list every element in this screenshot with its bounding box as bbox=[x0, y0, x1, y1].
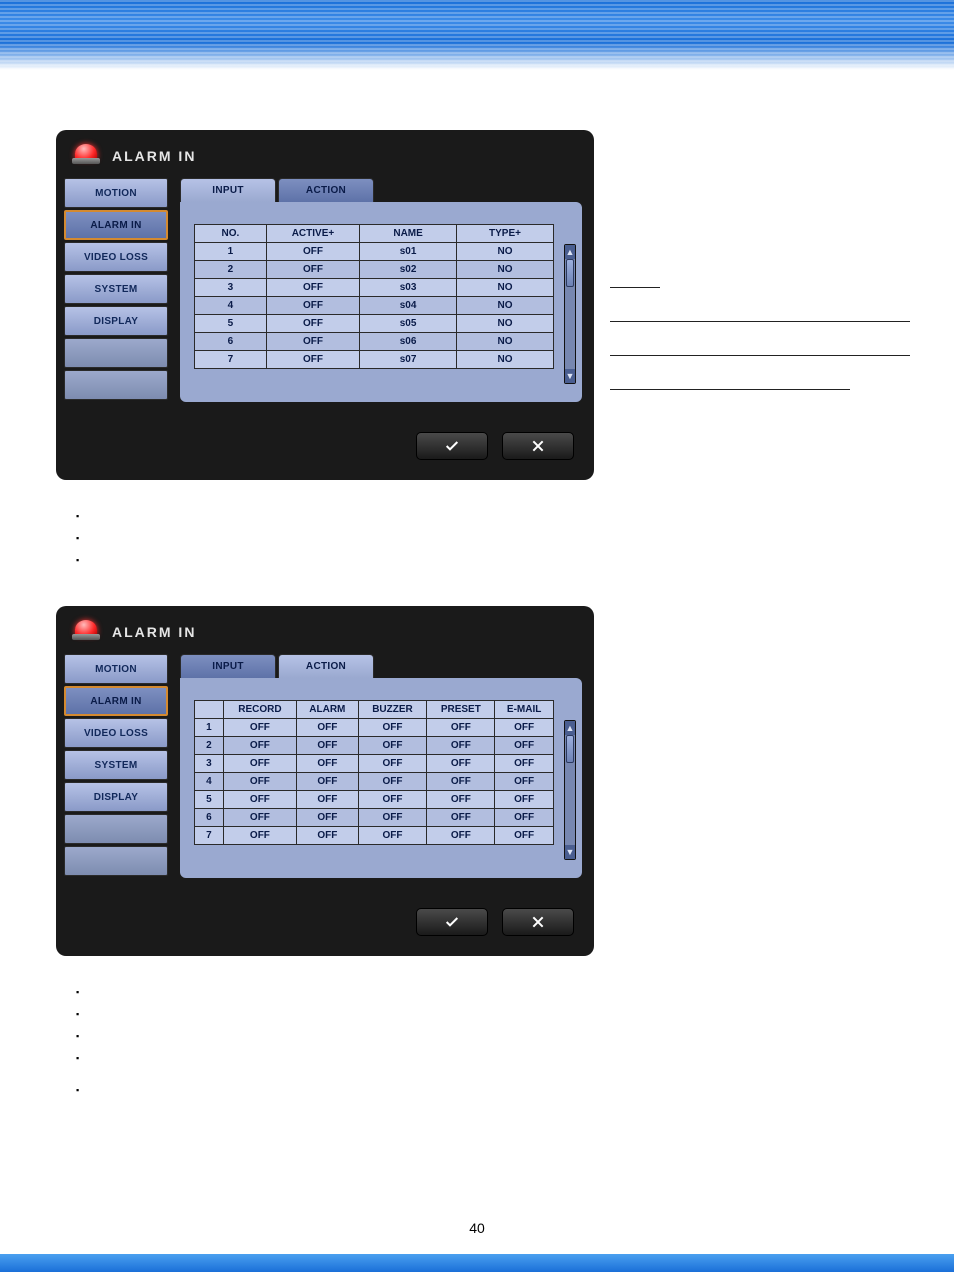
sidebar-item-video-loss[interactable]: VIDEO LOSS bbox=[64, 718, 168, 748]
table-scrollbar[interactable]: ▲ ▼ bbox=[564, 720, 576, 860]
col-record[interactable]: RECORD bbox=[223, 701, 296, 719]
cancel-button[interactable] bbox=[502, 908, 574, 936]
table-row: 5OFFOFFOFFOFFOFF bbox=[195, 791, 554, 809]
sidebar-item-video-loss[interactable]: VIDEO LOSS bbox=[64, 242, 168, 272]
table-row: 7OFFs07NO bbox=[195, 351, 554, 369]
check-icon bbox=[444, 438, 460, 454]
sidebar-item-system[interactable]: SYSTEM bbox=[64, 274, 168, 304]
ok-button[interactable] bbox=[416, 908, 488, 936]
sidebar-item-empty bbox=[64, 814, 168, 844]
scroll-up-icon[interactable]: ▲ bbox=[565, 721, 575, 735]
action-table: RECORD ALARM BUZZER PRESET E-MAIL 1OFFOF… bbox=[194, 700, 554, 845]
scroll-thumb[interactable] bbox=[566, 735, 574, 763]
ok-button[interactable] bbox=[416, 432, 488, 460]
table-row: 4OFFOFFOFFOFFOFF bbox=[195, 773, 554, 791]
list-item bbox=[76, 986, 898, 1008]
sidebar-item-empty bbox=[64, 846, 168, 876]
sidebar-item-alarm-in[interactable]: ALARM IN bbox=[64, 210, 168, 240]
table-scrollbar[interactable]: ▲ ▼ bbox=[564, 244, 576, 384]
table-row: 2OFFOFFOFFOFFOFF bbox=[195, 737, 554, 755]
header-band bbox=[0, 0, 954, 70]
sidebar-item-system[interactable]: SYSTEM bbox=[64, 750, 168, 780]
panel-title: ALARM IN bbox=[112, 624, 196, 640]
footer-band bbox=[0, 1254, 954, 1272]
scroll-thumb[interactable] bbox=[566, 259, 574, 287]
table-row: 3OFFOFFOFFOFFOFF bbox=[195, 755, 554, 773]
cancel-button[interactable] bbox=[502, 432, 574, 460]
bullet-list-2 bbox=[76, 986, 898, 1106]
table-row: 1OFFOFFOFFOFFOFF bbox=[195, 719, 554, 737]
scroll-down-icon[interactable]: ▼ bbox=[565, 369, 575, 383]
sidebar-item-display[interactable]: DISPLAY bbox=[64, 306, 168, 336]
close-icon bbox=[530, 438, 546, 454]
col-preset[interactable]: PRESET bbox=[427, 701, 495, 719]
table-row: 1OFFs01NO bbox=[195, 243, 554, 261]
col-active[interactable]: ACTIVE+ bbox=[266, 225, 359, 243]
table-row: 5OFFs05NO bbox=[195, 315, 554, 333]
col-num[interactable] bbox=[195, 701, 224, 719]
bullet-list-1 bbox=[76, 510, 898, 576]
list-item bbox=[76, 1052, 898, 1074]
table-row: 3OFFs03NO bbox=[195, 279, 554, 297]
alarm-light-icon bbox=[72, 142, 100, 170]
col-buzzer[interactable]: BUZZER bbox=[358, 701, 427, 719]
list-item bbox=[76, 510, 898, 532]
input-table: NO. ACTIVE+ NAME TYPE+ 1OFFs01NO 2OFFs02… bbox=[194, 224, 554, 369]
page-number: 40 bbox=[0, 1220, 954, 1236]
panel-title: ALARM IN bbox=[112, 148, 196, 164]
sidebar-item-alarm-in[interactable]: ALARM IN bbox=[64, 686, 168, 716]
col-name[interactable]: NAME bbox=[360, 225, 457, 243]
sidebar-item-motion[interactable]: MOTION bbox=[64, 654, 168, 684]
sidebar-item-display[interactable]: DISPLAY bbox=[64, 782, 168, 812]
alarm-light-icon bbox=[72, 618, 100, 646]
tab-action[interactable]: ACTION bbox=[278, 654, 374, 678]
table-row: 7OFFOFFOFFOFFOFF bbox=[195, 827, 554, 845]
alarm-in-panel-input: ALARM IN MOTION ALARM IN VIDEO LOSS SYST… bbox=[56, 130, 594, 480]
list-item bbox=[76, 1084, 898, 1106]
tab-action[interactable]: ACTION bbox=[278, 178, 374, 202]
scroll-up-icon[interactable]: ▲ bbox=[565, 245, 575, 259]
check-icon bbox=[444, 914, 460, 930]
list-item bbox=[76, 1008, 898, 1030]
sidebar-item-motion[interactable]: MOTION bbox=[64, 178, 168, 208]
table-row: 6OFFs06NO bbox=[195, 333, 554, 351]
scroll-down-icon[interactable]: ▼ bbox=[565, 845, 575, 859]
close-icon bbox=[530, 914, 546, 930]
list-item bbox=[76, 1030, 898, 1052]
col-email[interactable]: E-MAIL bbox=[495, 701, 554, 719]
table-row: 6OFFOFFOFFOFFOFF bbox=[195, 809, 554, 827]
col-alarm[interactable]: ALARM bbox=[297, 701, 358, 719]
tab-input[interactable]: INPUT bbox=[180, 178, 276, 202]
note-lines bbox=[610, 254, 930, 390]
alarm-in-panel-action: ALARM IN MOTION ALARM IN VIDEO LOSS SYST… bbox=[56, 606, 594, 956]
col-no[interactable]: NO. bbox=[195, 225, 267, 243]
table-row: 4OFFs04NO bbox=[195, 297, 554, 315]
col-type[interactable]: TYPE+ bbox=[457, 225, 554, 243]
sidebar-item-empty bbox=[64, 338, 168, 368]
list-item bbox=[76, 554, 898, 576]
tab-input[interactable]: INPUT bbox=[180, 654, 276, 678]
list-item bbox=[76, 532, 898, 554]
table-row: 2OFFs02NO bbox=[195, 261, 554, 279]
sidebar-item-empty bbox=[64, 370, 168, 400]
